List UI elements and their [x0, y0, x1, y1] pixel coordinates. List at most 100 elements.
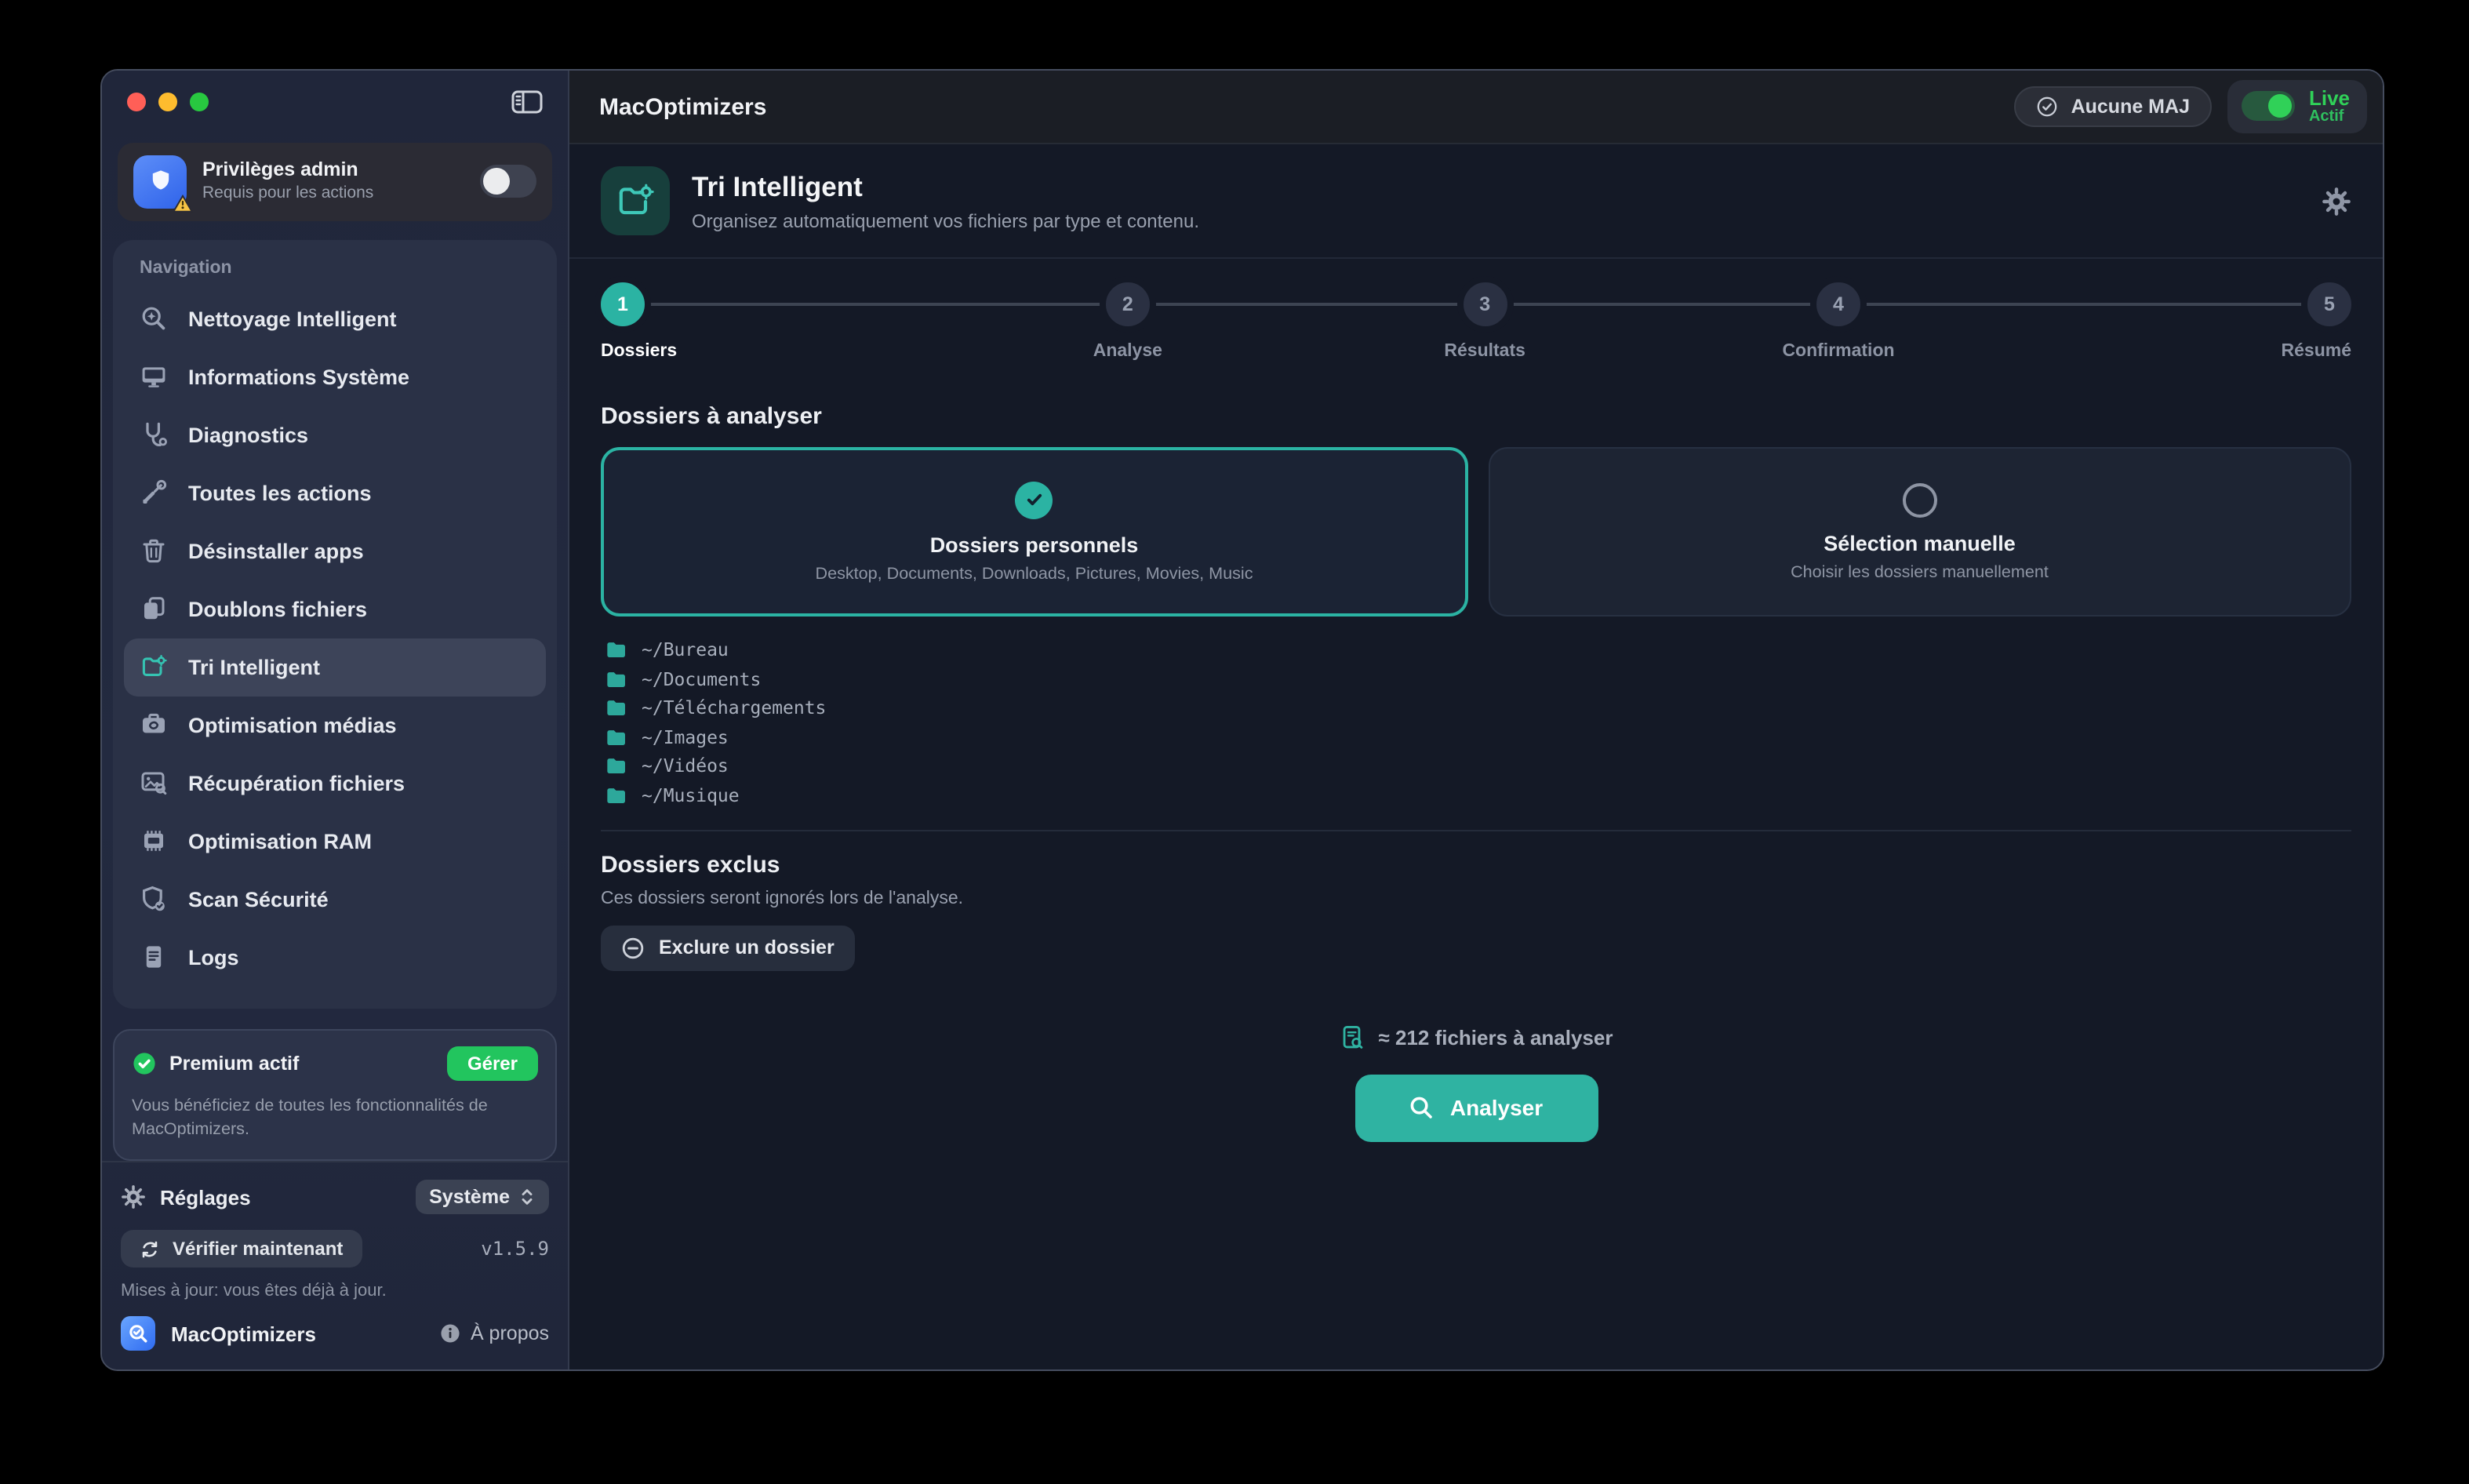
shield-icon	[133, 155, 187, 208]
folder-path: ~/Images	[642, 726, 729, 747]
premium-status-label: Premium actif	[169, 1052, 435, 1074]
sidebar-item-desinstaller-apps[interactable]: Désinstaller apps	[124, 522, 546, 580]
folder-icon	[605, 669, 627, 688]
card-dossiers-personnels[interactable]: Dossiers personnels Desktop, Documents, …	[601, 447, 1467, 617]
manage-premium-button[interactable]: Gérer	[447, 1046, 538, 1080]
check-updates-button[interactable]: Vérifier maintenant	[121, 1230, 362, 1268]
sidebar-item-informations-systeme[interactable]: Informations Système	[124, 347, 546, 406]
about-link[interactable]: À propos	[439, 1322, 549, 1344]
excluded-section-description: Ces dossiers seront ignorés lors de l'an…	[601, 889, 2351, 907]
app-name-label: MacOptimizers	[171, 1322, 316, 1345]
step-circle-resultats[interactable]: 3	[1456, 276, 1513, 333]
admin-privileges-toggle[interactable]	[480, 165, 536, 198]
list-item: ~/Musique	[605, 784, 2351, 806]
sidebar-toggle-icon[interactable]	[511, 89, 543, 115]
refresh-icon	[140, 1238, 160, 1259]
zoom-window-button[interactable]	[190, 93, 209, 111]
sidebar-item-label: Scan Sécurité	[188, 887, 329, 911]
sidebar-item-toutes-les-actions[interactable]: Toutes les actions	[124, 464, 546, 522]
sidebar-item-scan-securite[interactable]: Scan Sécurité	[124, 870, 546, 928]
info-icon	[439, 1322, 461, 1344]
log-file-icon	[140, 943, 168, 971]
card-subtitle: Desktop, Documents, Downloads, Pictures,…	[815, 564, 1253, 583]
sidebar-item-recuperation-fichiers[interactable]: Récupération fichiers	[124, 754, 546, 812]
sidebar-item-logs[interactable]: Logs	[124, 928, 546, 986]
folder-icon	[605, 640, 627, 659]
analyser-button[interactable]: Analyser	[1354, 1074, 1598, 1141]
check-circle-filled-icon	[1016, 481, 1053, 518]
folder-icon	[605, 756, 627, 775]
settings-gear-icon[interactable]	[2322, 186, 2351, 216]
analyser-label: Analyser	[1450, 1095, 1543, 1120]
sidebar-item-doublons-fichiers[interactable]: Doublons fichiers	[124, 580, 546, 638]
sidebar-item-optimisation-ram[interactable]: Optimisation RAM	[124, 812, 546, 870]
step-content: Dossiers à analyser Dossiers personnels …	[569, 378, 2383, 1369]
duplicate-icon	[140, 595, 168, 623]
shield-check-icon	[140, 885, 168, 913]
image-search-icon	[140, 769, 168, 797]
list-item: ~/Images	[605, 726, 2351, 747]
sidebar-item-label: Toutes les actions	[188, 481, 372, 504]
card-subtitle: Choisir les dossiers manuellement	[1791, 562, 2049, 581]
topbar: MacOptimizers Aucune MAJ Live Actif	[569, 71, 2383, 144]
navigation-section-label: Navigation	[140, 258, 546, 277]
list-item: ~/Bureau	[605, 638, 2351, 660]
step-circle-dossiers[interactable]: 1	[595, 276, 651, 333]
trash-icon	[140, 536, 168, 565]
file-count-text: ≈ 212 fichiers à analyser	[1378, 1025, 1613, 1049]
circle-outline-icon	[1903, 482, 1937, 517]
sidebar-item-label: Nettoyage Intelligent	[188, 307, 397, 330]
sidebar-item-optimisation-medias[interactable]: Optimisation médias	[124, 696, 546, 754]
live-status-card: Live Actif	[2227, 80, 2367, 133]
sidebar-item-diagnostics[interactable]: Diagnostics	[124, 406, 546, 464]
sidebar-item-nettoyage-intelligent[interactable]: Nettoyage Intelligent	[124, 289, 546, 347]
step-label-resume: Résumé	[2282, 342, 2352, 361]
sidebar-item-label: Désinstaller apps	[188, 539, 364, 562]
step-circle-resume[interactable]: 5	[2301, 276, 2358, 333]
theme-select[interactable]: Système	[415, 1180, 549, 1214]
seal-check-icon	[132, 1050, 157, 1075]
step-circle-confirmation[interactable]: 4	[1810, 276, 1867, 333]
step-label-resultats: Résultats	[1444, 342, 1525, 361]
document-search-icon	[1339, 1024, 1365, 1050]
folder-icon	[605, 785, 627, 804]
wizard-stepper: 1 2 3 4 5 Dossiers Analyse Résultats Con…	[569, 259, 2383, 378]
folder-path: ~/Musique	[642, 784, 740, 806]
exclude-folder-button[interactable]: Exclure un dossier	[601, 925, 855, 970]
tools-icon	[140, 478, 168, 507]
folder-path: ~/Vidéos	[642, 755, 729, 777]
folder-path: ~/Documents	[642, 667, 761, 689]
camera-sync-icon	[140, 711, 168, 739]
page-title: Tri Intelligent	[692, 170, 1199, 203]
card-title: Sélection manuelle	[1824, 531, 2016, 555]
sidebar-titlebar	[102, 71, 568, 133]
close-window-button[interactable]	[127, 93, 146, 111]
sidebar-item-tri-intelligent[interactable]: Tri Intelligent	[124, 638, 546, 696]
page-header: Tri Intelligent Organisez automatiquemen…	[569, 144, 2383, 259]
monitor-icon	[140, 362, 168, 391]
live-label: Live	[2309, 88, 2350, 109]
card-selection-manuelle[interactable]: Sélection manuelle Choisir les dossiers …	[1488, 447, 2351, 617]
folder-gear-icon	[140, 653, 168, 681]
folder-gear-icon	[601, 166, 670, 235]
analyze-zone: ≈ 212 fichiers à analyser Analyser	[601, 1024, 2351, 1141]
sidebar-item-label: Tri Intelligent	[188, 655, 320, 678]
check-circle-icon	[2037, 96, 2059, 118]
update-badge[interactable]: Aucune MAJ	[2015, 86, 2212, 127]
live-sublabel: Actif	[2309, 109, 2350, 125]
folder-path: ~/Téléchargements	[642, 697, 826, 718]
theme-select-value: Système	[429, 1186, 510, 1208]
live-toggle[interactable]	[2242, 92, 2295, 122]
folder-icon	[605, 727, 627, 746]
section-divider	[601, 829, 2351, 831]
step-label-confirmation: Confirmation	[1782, 342, 1894, 361]
step-label-analyse: Analyse	[1093, 342, 1162, 361]
premium-card: Premium actif Gérer Vous bénéficiez de t…	[113, 1028, 557, 1161]
update-badge-label: Aucune MAJ	[2071, 96, 2190, 118]
sidebar-item-label: Informations Système	[188, 365, 409, 388]
minimize-window-button[interactable]	[158, 93, 177, 111]
admin-privileges-title: Privilèges admin	[202, 158, 464, 183]
app-version: v1.5.9	[481, 1238, 549, 1260]
folders-section-heading: Dossiers à analyser	[601, 403, 2351, 430]
step-circle-analyse[interactable]: 2	[1100, 276, 1156, 333]
